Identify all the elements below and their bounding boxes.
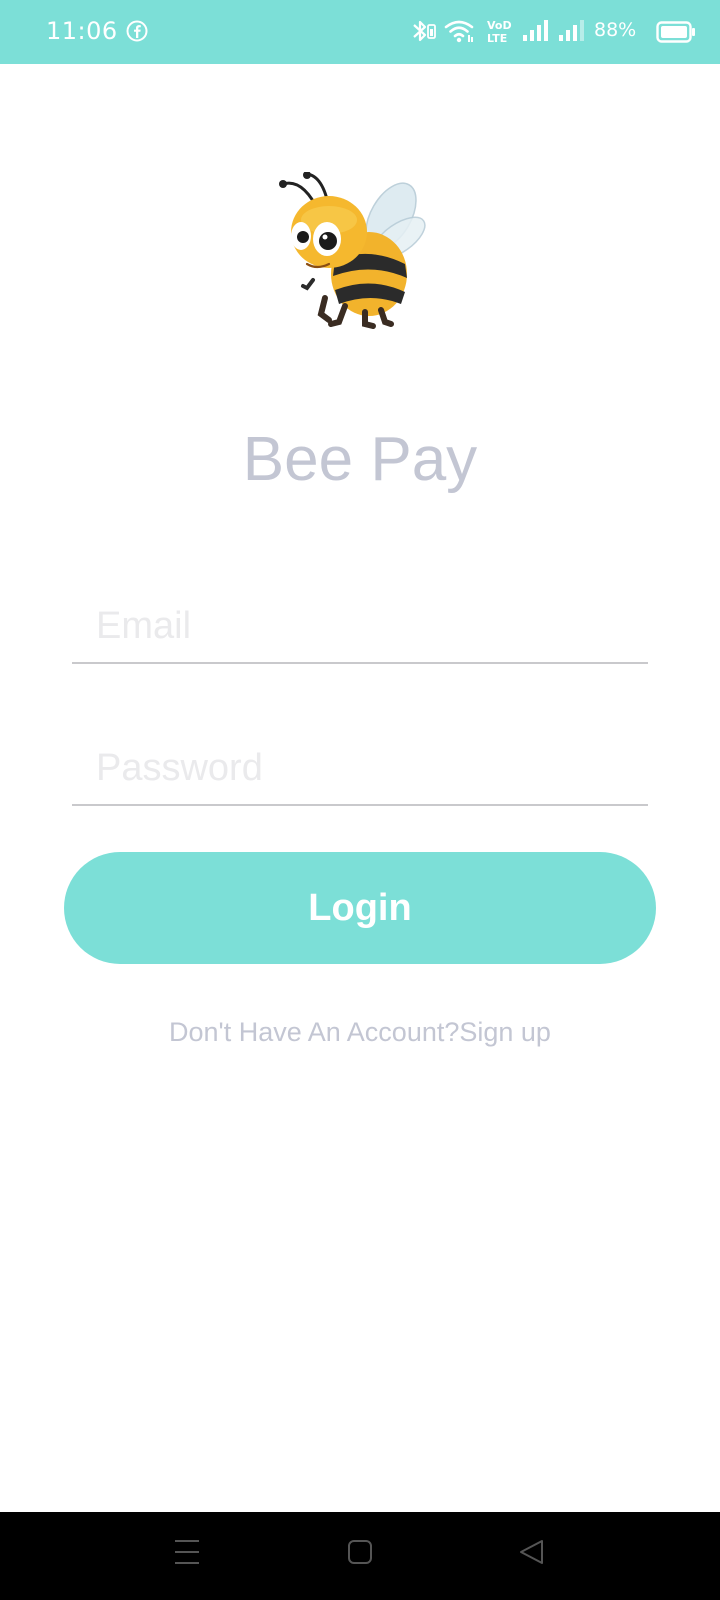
login-button[interactable]: Login: [64, 852, 656, 964]
signal-icon: [522, 18, 550, 49]
bee-logo: [273, 171, 437, 338]
back-icon[interactable]: [518, 1538, 544, 1571]
battery-percent: 88%: [594, 19, 637, 41]
password-input[interactable]: [96, 747, 636, 790]
svg-text:VoD: VoD: [487, 19, 512, 32]
volte-icon: VoD LTE: [486, 18, 512, 51]
bluetooth-icon: [410, 18, 438, 49]
status-bar: 11:06 VoD LTE 88%: [0, 0, 720, 64]
status-icons: VoD LTE 88%: [400, 0, 720, 64]
signup-prompt: Don't Have An Account?: [169, 1017, 460, 1047]
signal-icon: [558, 18, 586, 49]
facebook-icon: [126, 20, 148, 42]
svg-text:LTE: LTE: [487, 32, 507, 45]
app-title: Bee Pay: [242, 425, 478, 494]
home-icon[interactable]: [347, 1538, 373, 1571]
email-input[interactable]: [96, 605, 636, 648]
wifi-icon: [444, 18, 474, 49]
status-time: 11:06: [46, 17, 118, 45]
navigation-bar: [0, 1512, 720, 1600]
signup-link[interactable]: Sign up: [459, 1017, 551, 1047]
signup-row: Don't Have An Account?Sign up: [0, 1017, 720, 1048]
menu-icon[interactable]: [174, 1538, 200, 1571]
email-field[interactable]: [72, 592, 648, 664]
password-field[interactable]: [72, 734, 648, 806]
battery-icon: [656, 20, 696, 49]
